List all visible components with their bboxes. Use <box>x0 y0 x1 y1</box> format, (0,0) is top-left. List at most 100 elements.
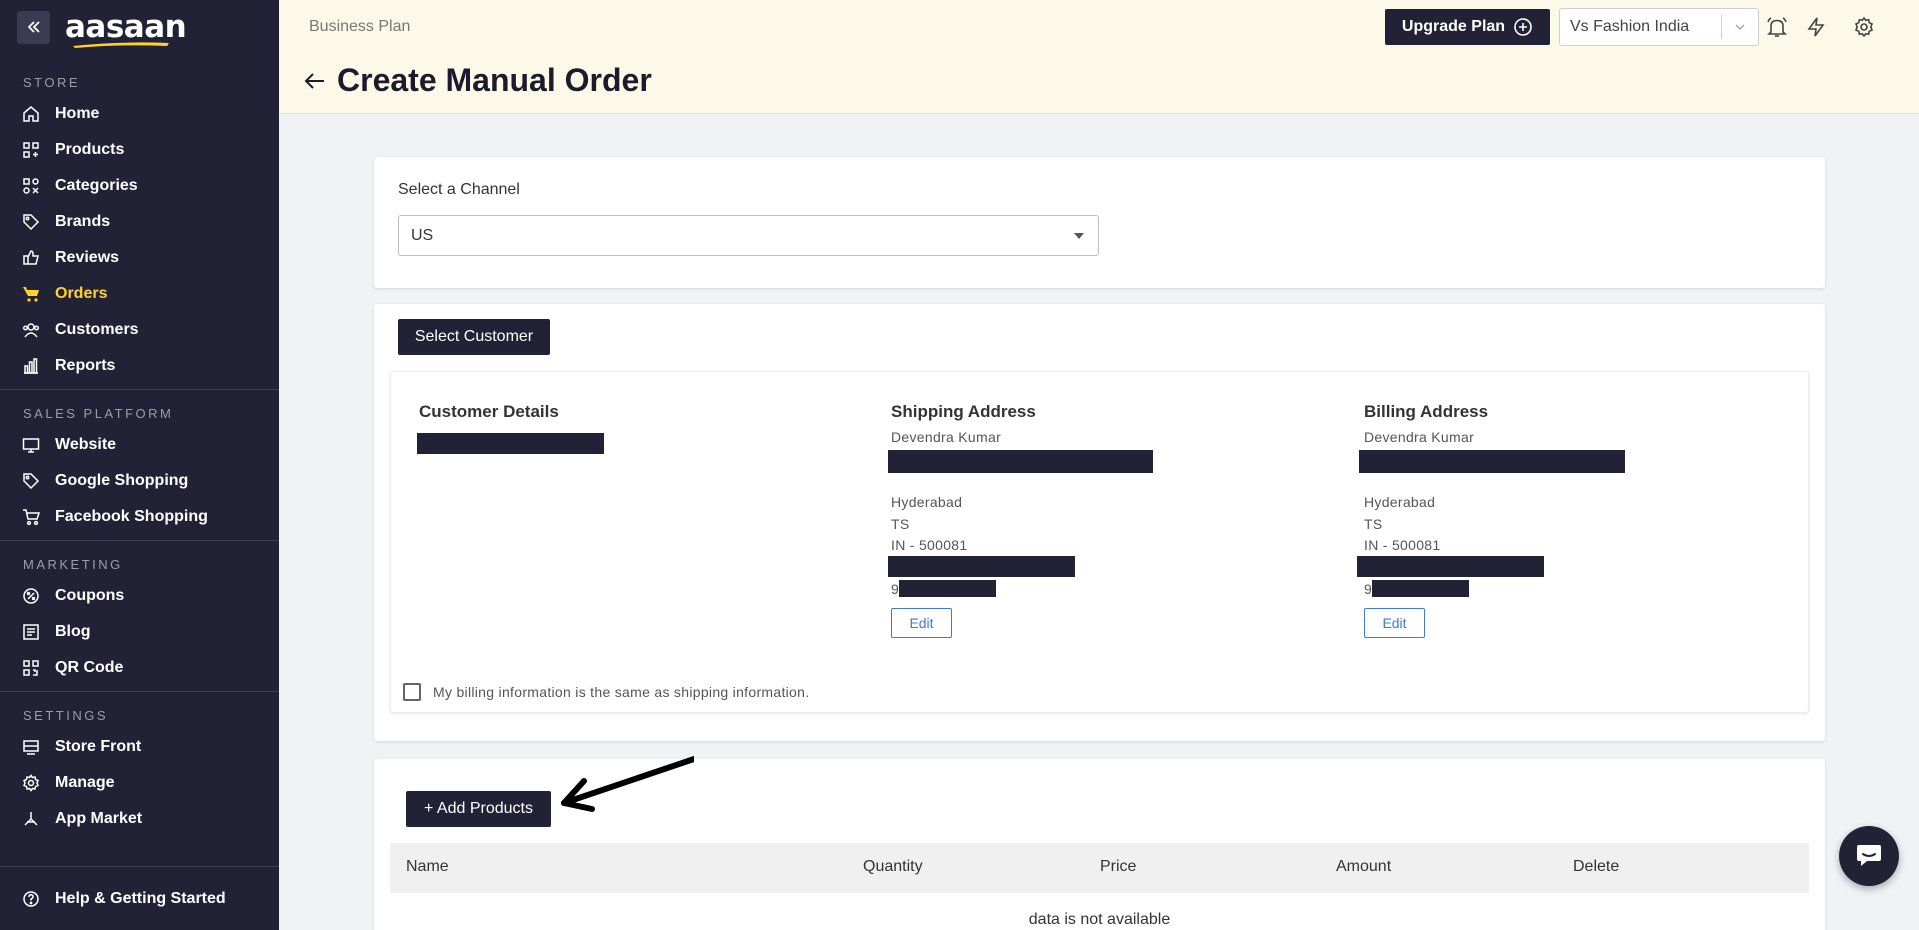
billing-address-heading: Billing Address <box>1364 402 1489 421</box>
sidebar-item-label: Coupons <box>55 587 125 604</box>
column-header-quantity: Quantity <box>863 858 923 875</box>
sidebar-item-label: Reviews <box>55 249 120 266</box>
customer-details-heading: Customer Details <box>419 402 559 421</box>
home-icon <box>23 106 39 122</box>
redacted-block <box>888 450 1153 473</box>
channel-select[interactable]: US <box>398 215 1099 256</box>
sidebar-item-brands[interactable]: Brands <box>0 204 279 240</box>
sidebar-item-facebook-shopping[interactable]: Facebook Shopping <box>0 499 279 535</box>
sidebar-item-blog[interactable]: Blog <box>0 614 279 650</box>
same-as-shipping-label: My billing information is the same as sh… <box>433 684 810 700</box>
sidebar-item-label: Home <box>55 105 100 122</box>
shipping-address-heading: Shipping Address <box>891 402 1036 421</box>
help-icon <box>23 890 39 907</box>
sidebar-item-categories[interactable]: Categories <box>0 168 279 204</box>
gear-icon <box>23 774 39 792</box>
notifications-button[interactable] <box>1765 15 1789 39</box>
monitor-icon <box>22 438 40 453</box>
select-customer-button[interactable]: Select Customer <box>398 319 550 355</box>
help-getting-started[interactable]: Help & Getting Started <box>0 866 279 930</box>
sidebar-item-label: Customers <box>55 321 139 338</box>
upgrade-plan-label: Upgrade Plan <box>1401 18 1506 35</box>
add-products-button[interactable]: + Add Products <box>406 791 551 827</box>
upgrade-plan-button[interactable]: Upgrade Plan <box>1385 9 1550 45</box>
billing-name: Devendra Kumar <box>1364 429 1475 445</box>
sidebar: aasaan STORE Home Products Categories Br… <box>0 0 279 930</box>
store-selector[interactable]: Vs Fashion India <box>1559 8 1759 46</box>
blog-icon <box>23 624 39 640</box>
plus-circle-icon <box>1514 18 1532 36</box>
shipping-edit-button[interactable]: Edit <box>891 608 952 638</box>
redacted-block <box>899 580 996 597</box>
lightning-icon <box>1807 17 1825 37</box>
sidebar-item-label: Facebook Shopping <box>55 508 208 525</box>
same-as-shipping-row: My billing information is the same as sh… <box>403 683 809 701</box>
redacted-block <box>1372 580 1469 597</box>
page-title-row: Create Manual Order <box>303 62 652 99</box>
settings-button[interactable] <box>1852 15 1876 39</box>
sidebar-item-label: Categories <box>55 177 138 194</box>
sidebar-item-app-market[interactable]: App Market <box>0 801 279 837</box>
caret-down-icon <box>1074 233 1084 239</box>
sidebar-item-reports[interactable]: Reports <box>0 348 279 384</box>
channel-card: Select a Channel US <box>374 157 1825 288</box>
tag-icon <box>23 473 40 490</box>
customer-card: Select Customer Customer Details Shippin… <box>374 304 1825 741</box>
section-store-title: STORE <box>23 75 81 90</box>
collapse-sidebar-button[interactable] <box>17 10 50 44</box>
billing-phone-prefix: 9 <box>1364 581 1373 597</box>
sidebar-item-store-front[interactable]: Store Front <box>0 729 279 765</box>
store-selector-value: Vs Fashion India <box>1570 18 1690 35</box>
shipping-name: Devendra Kumar <box>891 429 1002 445</box>
sidebar-item-qr-code[interactable]: QR Code <box>0 650 279 686</box>
chat-support-button[interactable] <box>1839 826 1899 886</box>
sidebar-item-google-shopping[interactable]: Google Shopping <box>0 463 279 499</box>
sidebar-item-label: Reports <box>55 357 116 374</box>
sidebar-item-label: Products <box>55 141 125 158</box>
sidebar-item-customers[interactable]: Customers <box>0 312 279 348</box>
empty-table-message: data is not available <box>1028 911 1171 928</box>
sidebar-item-manage[interactable]: Manage <box>0 765 279 801</box>
sidebar-item-home[interactable]: Home <box>0 96 279 132</box>
billing-edit-button[interactable]: Edit <box>1364 608 1425 638</box>
sidebar-item-products[interactable]: Products <box>0 132 279 168</box>
sidebar-header: aasaan <box>0 0 279 54</box>
qr-icon <box>23 660 39 676</box>
billing-city: Hyderabad <box>1364 494 1436 510</box>
tag-icon <box>23 214 40 231</box>
section-settings-title: SETTINGS <box>23 708 109 723</box>
products-card: + Add Products Name Quantity Price Amoun… <box>374 756 1825 930</box>
sidebar-item-orders[interactable]: Orders <box>0 276 279 312</box>
sidebar-item-label: App Market <box>55 810 143 827</box>
billing-state: TS <box>1364 516 1383 532</box>
plan-label: Business Plan <box>309 18 411 35</box>
sidebar-item-coupons[interactable]: Coupons <box>0 578 279 614</box>
cart-icon <box>23 287 39 302</box>
channel-select-value: US <box>411 226 434 244</box>
sidebar-item-label: QR Code <box>55 659 124 676</box>
sidebar-item-label: Brands <box>55 213 111 230</box>
help-label: Help & Getting Started <box>55 889 226 907</box>
sidebar-item-label: Manage <box>55 774 115 791</box>
redacted-block <box>888 556 1075 577</box>
products-table-header: Name Quantity Price Amount Delete <box>390 843 1809 893</box>
channel-label: Select a Channel <box>398 181 520 198</box>
column-header-amount: Amount <box>1336 858 1392 875</box>
redacted-block <box>1357 556 1544 577</box>
same-as-shipping-checkbox[interactable] <box>403 683 421 701</box>
logo[interactable]: aasaan <box>65 11 187 48</box>
back-arrow-icon[interactable] <box>303 69 327 93</box>
reports-icon <box>24 358 38 374</box>
gear-icon <box>1854 16 1874 38</box>
sidebar-item-reviews[interactable]: Reviews <box>0 240 279 276</box>
customer-address-panel: Customer Details Shipping Address Devend… <box>390 371 1809 713</box>
logo-swoosh <box>73 41 169 48</box>
redacted-block <box>1359 450 1625 473</box>
sidebar-item-label: Website <box>55 436 117 453</box>
sidebar-item-label: Blog <box>55 623 91 640</box>
shipping-country-zip: IN - 500081 <box>891 537 968 553</box>
shipping-phone-prefix: 9 <box>891 581 900 597</box>
quick-actions-button[interactable] <box>1804 15 1828 39</box>
shipping-state: TS <box>891 516 910 532</box>
sidebar-item-website[interactable]: Website <box>0 427 279 463</box>
